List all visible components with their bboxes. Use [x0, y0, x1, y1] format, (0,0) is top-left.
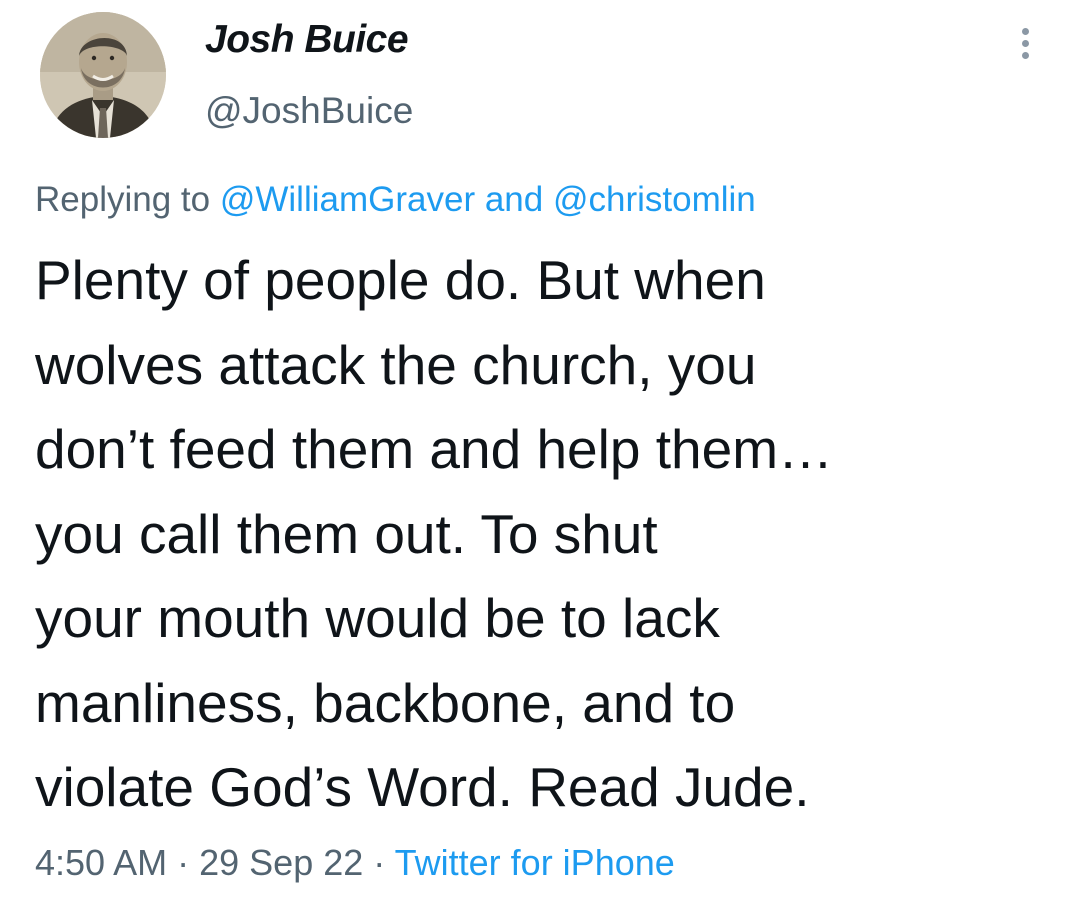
meta-separator: · — [177, 842, 190, 883]
replying-to-joiner[interactable]: and — [485, 180, 543, 219]
tweet-date[interactable]: 29 Sep 22 — [199, 842, 363, 883]
avatar-photo-icon — [40, 12, 166, 138]
tweet-text-line: Plenty of people do. But when — [35, 249, 766, 311]
tweet-text-line: wolves attack the church, you — [35, 333, 757, 396]
more-options-icon[interactable] — [1012, 28, 1038, 68]
mention-link-christomlin[interactable]: @christomlin — [553, 180, 756, 219]
author-display-name[interactable]: Josh Buice — [205, 18, 409, 62]
mention-link-williamgraver[interactable]: @WilliamGraver — [220, 180, 475, 219]
replying-to-label: Replying to — [35, 180, 211, 219]
tweet-card: Josh Buice @JoshBuice Replying to @Willi… — [0, 0, 1080, 907]
tweet-source-link[interactable]: Twitter for iPhone — [395, 842, 675, 883]
tweet-text-line: your mouth would be to lack — [35, 587, 720, 649]
tweet-text-line: violate God’s Word. Read Jude. — [35, 756, 810, 818]
tweet-metadata: 4:50 AM · 29 Sep 22 · Twitter for iPhone — [35, 842, 675, 884]
tweet-text-line: you call them out. To shut — [35, 502, 658, 565]
tweet-text-line: don’t feed them and help them… — [35, 418, 834, 480]
menu-dot — [1021, 52, 1029, 59]
replying-to: Replying to @WilliamGraver and @christom… — [35, 180, 756, 220]
author-avatar[interactable] — [40, 12, 166, 138]
author-handle[interactable]: @JoshBuice — [205, 90, 413, 132]
menu-dot — [1021, 40, 1029, 47]
tweet-time[interactable]: 4:50 AM — [35, 842, 167, 883]
menu-dot — [1021, 28, 1029, 35]
tweet-text: Plenty of people do. But when wolves att… — [35, 238, 1045, 830]
tweet-text-line: manliness, backbone, and to — [35, 671, 736, 734]
meta-separator: · — [373, 842, 386, 883]
